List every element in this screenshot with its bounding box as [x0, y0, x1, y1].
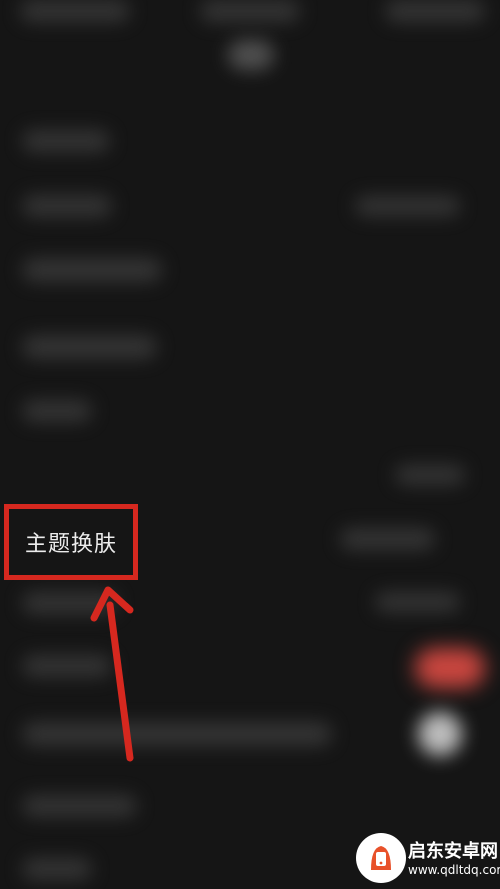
watermark-url: www.qdltdq.com — [408, 863, 500, 877]
blurred-menu-value — [340, 528, 435, 550]
blurred-menu-item[interactable] — [22, 592, 117, 614]
blurred-toggle-on[interactable] — [415, 648, 485, 688]
blurred-menu-item[interactable] — [22, 655, 112, 677]
blurred-header-center — [200, 0, 300, 22]
blurred-header-left — [20, 0, 130, 22]
site-watermark: 启东安卓网 www.qdltdq.com — [356, 825, 500, 887]
highlighted-theme-skin-item[interactable]: 主题换肤 — [4, 504, 138, 580]
blurred-menu-item[interactable] — [22, 130, 110, 152]
blurred-menu-value — [355, 196, 460, 216]
blurred-menu-item[interactable] — [22, 858, 92, 880]
blurred-menu-item[interactable] — [22, 258, 162, 282]
blurred-toggle-off[interactable] — [418, 712, 462, 756]
theme-skin-label: 主题换肤 — [24, 532, 117, 557]
blurred-menu-value — [375, 592, 460, 612]
blurred-menu-value — [395, 465, 465, 485]
blurred-menu-item[interactable] — [22, 722, 332, 746]
blurred-menu-item[interactable] — [22, 195, 112, 217]
blurred-settings-screen: 主题换肤 启东安卓网 www.qdltdq.com — [0, 0, 500, 889]
phone-logo-icon — [356, 833, 406, 883]
watermark-title: 启东安卓网 — [408, 841, 498, 862]
blurred-menu-item[interactable] — [22, 335, 157, 359]
blurred-header-right — [385, 0, 485, 22]
blurred-menu-item[interactable] — [22, 400, 92, 422]
blurred-menu-item[interactable] — [22, 795, 137, 817]
blurred-header-icon — [228, 40, 274, 70]
